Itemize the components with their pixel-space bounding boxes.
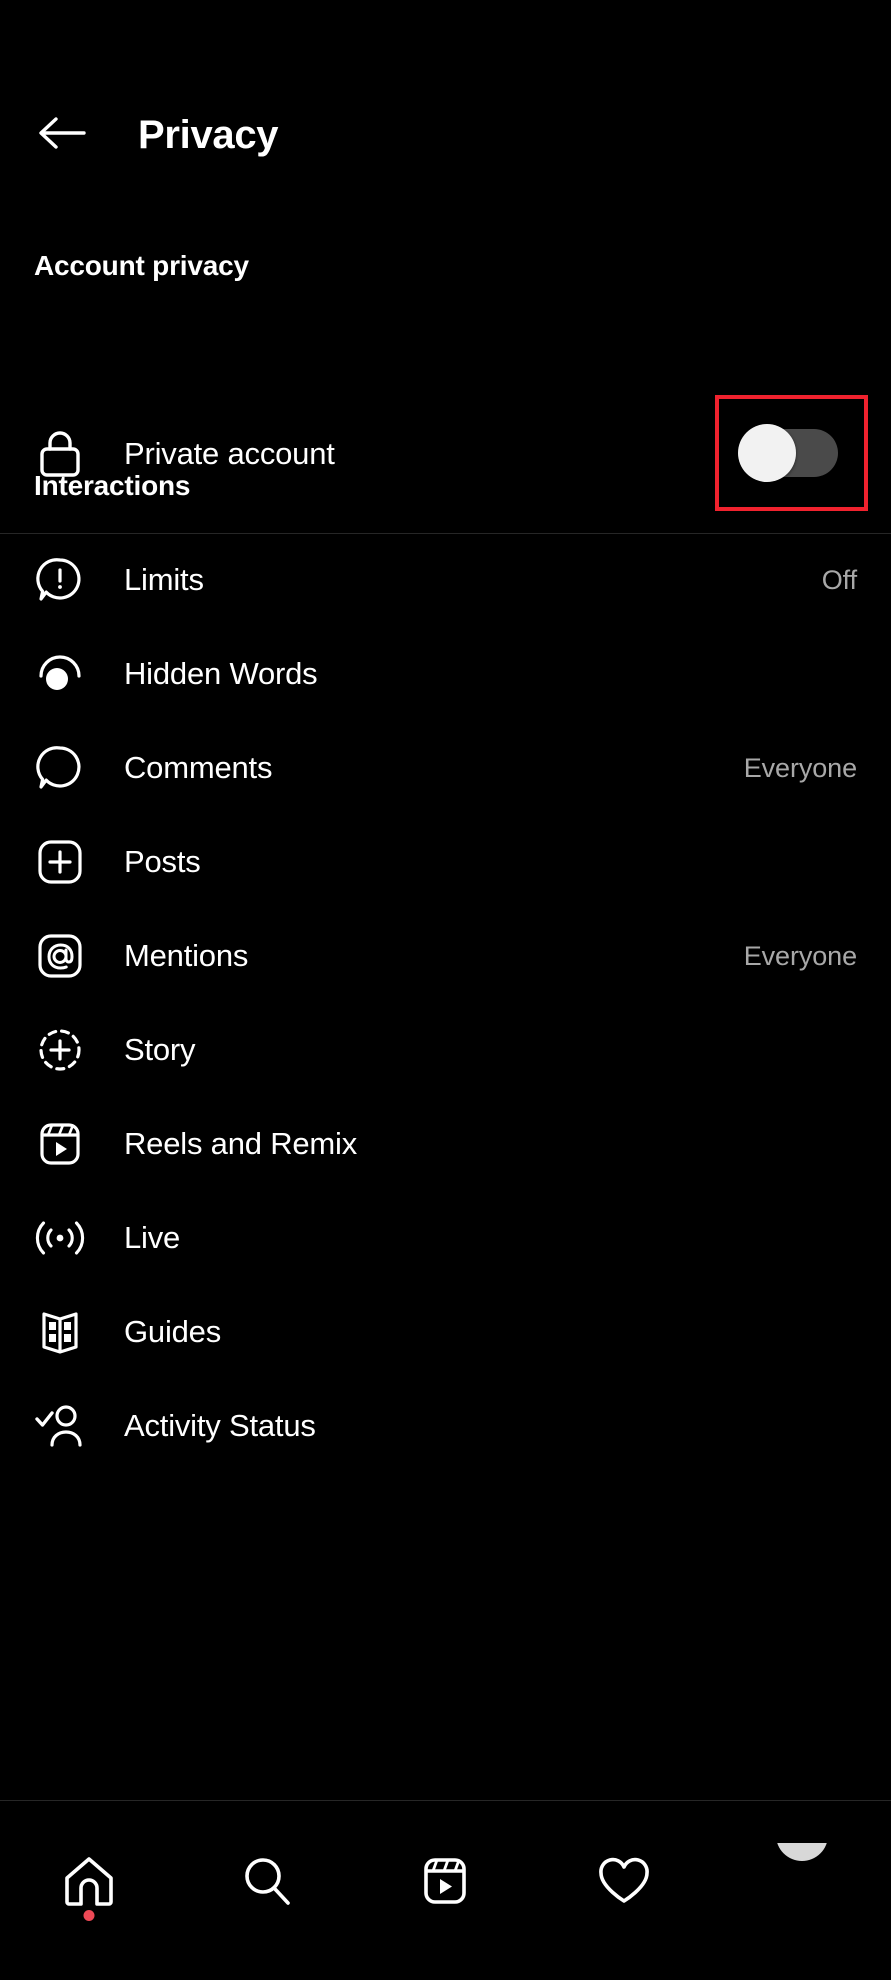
row-limits[interactable]: Limits Off xyxy=(0,533,891,627)
at-sign-icon xyxy=(34,930,86,982)
privacy-settings-screen: Privacy Account privacy Private account … xyxy=(0,0,891,1980)
app-header: Privacy xyxy=(0,80,891,190)
row-hidden-words[interactable]: Hidden Words xyxy=(0,627,891,721)
row-guides[interactable]: Guides xyxy=(0,1285,891,1379)
bottom-nav xyxy=(0,1801,891,1980)
row-label-posts: Posts xyxy=(124,844,857,880)
toggle-knob xyxy=(738,424,796,482)
row-label-story: Story xyxy=(124,1032,857,1068)
row-label-activity-status: Activity Status xyxy=(124,1408,857,1444)
row-activity-status[interactable]: Activity Status xyxy=(0,1379,891,1473)
row-label-guides: Guides xyxy=(124,1314,857,1350)
row-label-live: Live xyxy=(124,1220,857,1256)
private-account-toggle[interactable] xyxy=(746,429,838,477)
row-mentions[interactable]: Mentions Everyone xyxy=(0,909,891,1003)
nav-item-activity[interactable] xyxy=(564,1843,684,1923)
eclipse-icon xyxy=(34,648,86,700)
nav-item-reels[interactable] xyxy=(385,1843,505,1923)
row-label-limits: Limits xyxy=(124,562,822,598)
section-header-interactions: Interactions xyxy=(0,470,224,502)
row-live[interactable]: Live xyxy=(0,1191,891,1285)
home-icon xyxy=(59,1852,119,1915)
home-notification-dot xyxy=(84,1910,95,1921)
back-button[interactable] xyxy=(22,113,102,158)
story-plus-icon xyxy=(34,1024,86,1076)
page-title: Privacy xyxy=(138,113,278,158)
person-check-icon xyxy=(34,1400,86,1452)
row-posts[interactable]: Posts xyxy=(0,815,891,909)
section-header-account-privacy: Account privacy xyxy=(0,250,283,282)
row-comments[interactable]: Comments Everyone xyxy=(0,721,891,815)
arrow-left-icon xyxy=(36,113,88,158)
reels-icon xyxy=(417,1852,473,1915)
private-account-toggle-highlight xyxy=(715,395,868,511)
row-reels-and-remix[interactable]: Reels and Remix xyxy=(0,1097,891,1191)
row-value-limits: Off xyxy=(822,565,857,596)
avatar-clip xyxy=(742,1843,862,1877)
nav-item-profile[interactable] xyxy=(742,1843,862,1923)
limits-icon xyxy=(34,554,86,606)
nav-item-search[interactable] xyxy=(207,1843,327,1923)
search-icon xyxy=(238,1852,296,1915)
plus-square-icon xyxy=(34,836,86,888)
nav-item-home[interactable] xyxy=(29,1843,149,1923)
guides-icon xyxy=(34,1306,86,1358)
row-story[interactable]: Story xyxy=(0,1003,891,1097)
row-label-reels-and-remix: Reels and Remix xyxy=(124,1126,857,1162)
row-value-comments: Everyone xyxy=(744,753,857,784)
row-label-comments: Comments xyxy=(124,750,744,786)
live-icon xyxy=(34,1212,86,1264)
comment-icon xyxy=(34,742,86,794)
row-value-mentions: Everyone xyxy=(744,941,857,972)
row-label-mentions: Mentions xyxy=(124,938,744,974)
heart-icon xyxy=(594,1853,654,1914)
row-label-hidden-words: Hidden Words xyxy=(124,656,857,692)
reels-icon xyxy=(34,1118,86,1170)
avatar-icon xyxy=(776,1843,828,1861)
